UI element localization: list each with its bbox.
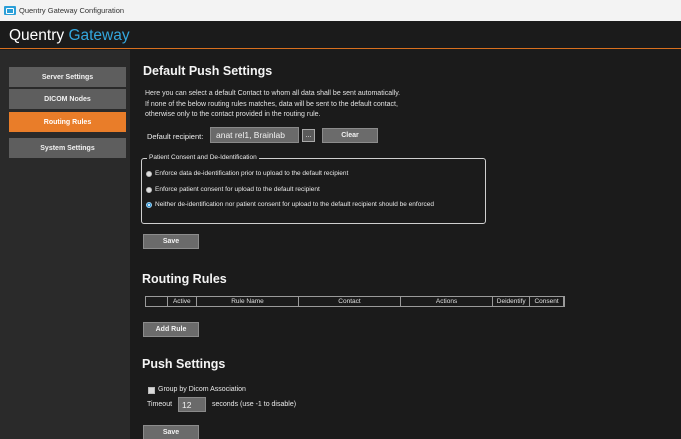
window-titlebar: Quentry Gateway Configuration bbox=[0, 0, 681, 21]
main-content: Default Push Settings Here you can selec… bbox=[130, 50, 681, 439]
radio-label: Neither de-identification nor patient co… bbox=[155, 201, 434, 208]
routing-rules-table-header: Active Rule Name Contact Actions Deident… bbox=[145, 296, 565, 307]
radio-selected-icon bbox=[146, 201, 152, 208]
radio-label: Enforce patient consent for upload to th… bbox=[155, 186, 320, 193]
window-title: Quentry Gateway Configuration bbox=[19, 6, 125, 15]
column-consent[interactable]: Consent bbox=[530, 297, 564, 306]
timeout-field[interactable] bbox=[178, 397, 206, 412]
push-settings-heading: Push Settings bbox=[142, 357, 226, 371]
timeout-label: Timeout bbox=[147, 401, 173, 408]
sidebar-item-server-settings[interactable]: Server Settings bbox=[9, 67, 126, 87]
default-push-heading: Default Push Settings bbox=[143, 64, 273, 78]
sidebar-item-label: Routing Rules bbox=[43, 118, 92, 126]
radio-enforce-consent[interactable]: Enforce patient consent for upload to th… bbox=[146, 186, 320, 193]
browse-recipient-button[interactable]: ... bbox=[302, 129, 315, 142]
sidebar-item-system-settings[interactable]: System Settings bbox=[9, 138, 126, 158]
group-by-label: Group by Dicom Association bbox=[158, 386, 246, 393]
column-contact[interactable]: Contact bbox=[299, 297, 401, 306]
radio-button-icon bbox=[146, 186, 152, 193]
description-line: If none of the below routing rules match… bbox=[145, 100, 398, 108]
add-rule-button[interactable]: Add Rule bbox=[143, 322, 199, 337]
routing-rules-heading: Routing Rules bbox=[142, 272, 227, 286]
brand-accent: Gateway bbox=[68, 27, 130, 44]
description-line: Here you can select a default Contact to… bbox=[145, 90, 401, 97]
brand-logo: Quentry Gateway bbox=[9, 27, 130, 45]
sidebar-item-routing-rules[interactable]: Routing Rules bbox=[9, 112, 126, 132]
column-actions[interactable]: Actions bbox=[401, 297, 494, 306]
save-default-push-button[interactable]: Save bbox=[143, 234, 199, 249]
default-recipient-label: Default recipient: bbox=[147, 132, 204, 141]
sidebar-item-dicom-nodes[interactable]: DICOM Nodes bbox=[9, 89, 126, 109]
brand-main: Quentry bbox=[9, 27, 65, 44]
radio-enforce-deidentification[interactable]: Enforce data de-identification prior to … bbox=[146, 170, 348, 177]
sidebar-item-label: System Settings bbox=[40, 144, 95, 152]
radio-button-icon bbox=[146, 170, 152, 177]
save-push-settings-button[interactable]: Save bbox=[143, 425, 199, 439]
column-spacer bbox=[146, 297, 168, 306]
column-deidentify[interactable]: Deidentify bbox=[493, 297, 531, 306]
description-line: otherwise only to the contact provided i… bbox=[145, 111, 321, 118]
timeout-hint: seconds (use -1 to disable) bbox=[212, 401, 297, 408]
sidebar-item-label: Server Settings bbox=[41, 73, 94, 81]
default-push-description: Here you can select a default Contact to… bbox=[145, 89, 400, 121]
group-by-checkbox[interactable] bbox=[148, 387, 155, 394]
default-recipient-field[interactable] bbox=[210, 127, 299, 143]
app-window-icon bbox=[4, 6, 16, 15]
sidebar-item-label: DICOM Nodes bbox=[44, 95, 91, 103]
sidebar: Server Settings DICOM Nodes Routing Rule… bbox=[0, 50, 130, 439]
clear-recipient-button[interactable]: Clear bbox=[322, 128, 378, 143]
column-rule-name[interactable]: Rule Name bbox=[197, 297, 300, 306]
app-header: Quentry Gateway bbox=[0, 21, 681, 49]
consent-group-legend: Patient Consent and De-Identification bbox=[147, 154, 259, 161]
radio-label: Enforce data de-identification prior to … bbox=[155, 170, 349, 177]
radio-neither[interactable]: Neither de-identification nor patient co… bbox=[146, 201, 434, 208]
column-active[interactable]: Active bbox=[168, 297, 197, 306]
consent-groupbox: Patient Consent and De-Identification En… bbox=[141, 154, 486, 224]
